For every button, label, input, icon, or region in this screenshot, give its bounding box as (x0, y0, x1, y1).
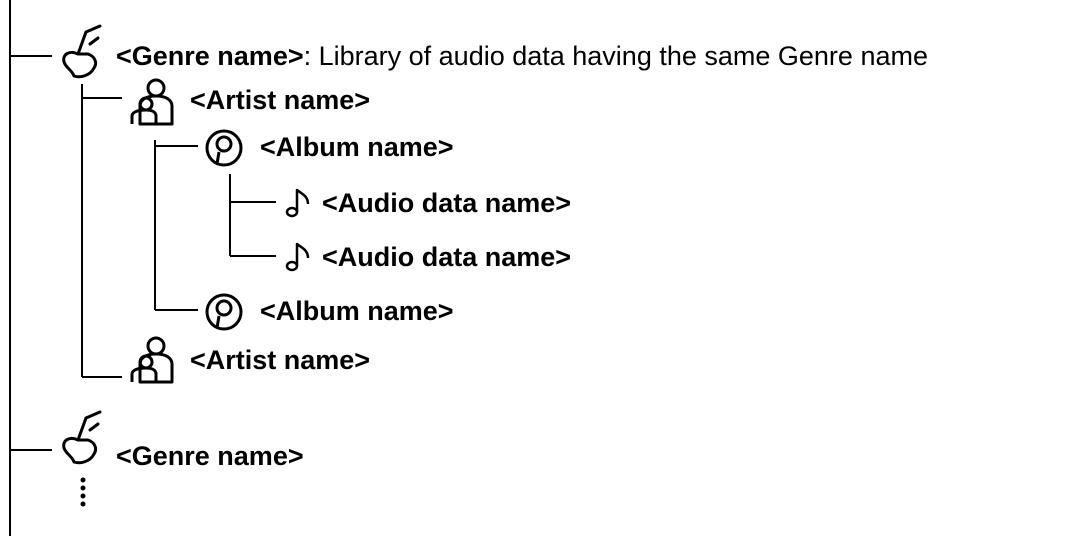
continuation-ellipsis (80, 477, 86, 507)
guitar-icon (62, 24, 102, 79)
music-note-icon (285, 188, 310, 218)
genre-name: <Genre name> (116, 41, 304, 71)
artist-label: <Artist name> (190, 344, 370, 376)
album-disc-icon (205, 129, 243, 167)
artist-icon (130, 336, 174, 384)
audio-label: <Audio data name> (322, 241, 571, 273)
genre-name: <Genre name> (116, 441, 304, 471)
album-label: <Album name> (260, 131, 454, 163)
genre-description: : Library of audio data having the same … (303, 41, 928, 71)
genre-label: <Genre name>: Library of audio data havi… (116, 40, 928, 72)
audio-name: <Audio data name> (322, 242, 572, 272)
artist-icon (130, 78, 174, 126)
audio-label: <Audio data name> (322, 187, 571, 219)
music-note-icon (285, 242, 310, 272)
album-name: <Album name> (260, 132, 454, 162)
album-label: <Album name> (260, 295, 454, 327)
audio-name: <Audio data name> (322, 188, 572, 218)
album-name: <Album name> (260, 296, 454, 326)
guitar-icon (62, 410, 102, 465)
artist-name: <Artist name> (190, 85, 371, 115)
artist-name: <Artist name> (190, 345, 371, 375)
genre-label: <Genre name> (116, 440, 304, 472)
album-disc-icon (205, 293, 243, 331)
artist-label: <Artist name> (190, 84, 370, 116)
